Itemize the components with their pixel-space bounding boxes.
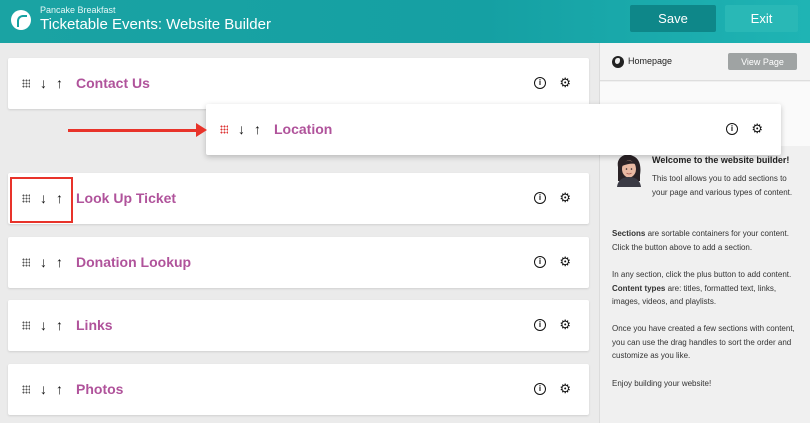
move-up-icon[interactable]: ↑ (56, 317, 63, 333)
sidebar-toolbar: Homepage View Page (600, 43, 810, 81)
section-title: Look Up Ticket (76, 190, 177, 206)
gear-icon[interactable]: ⚙ (559, 254, 571, 270)
drag-handle-icon[interactable] (22, 385, 30, 394)
app-header: Pancake Breakfast Ticketable Events: Web… (0, 0, 810, 43)
section-donation-lookup: ↓ ↑ Donation Lookup i ⚙ (8, 237, 589, 288)
content-help-body-1: In any section, click the plus button to… (612, 270, 792, 279)
annotation-arrow-line (68, 128, 198, 132)
section-location-dragging[interactable]: ↓ ↑ Location i ⚙ (206, 104, 781, 155)
section-title: Donation Lookup (76, 254, 192, 270)
view-page-button[interactable]: View Page (728, 53, 797, 70)
section-links: ↓ ↑ Links i ⚙ (8, 300, 589, 351)
exit-button[interactable]: Exit (725, 5, 798, 32)
move-up-icon[interactable]: ↑ (56, 381, 63, 397)
gear-icon[interactable]: ⚙ (559, 317, 571, 333)
move-down-icon[interactable]: ↓ (238, 121, 245, 137)
info-icon[interactable]: i (534, 192, 546, 204)
globe-icon (612, 56, 624, 68)
drag-handle-icon[interactable] (22, 79, 30, 88)
sections-strong: Sections (612, 229, 646, 238)
info-icon[interactable]: i (534, 383, 546, 395)
org-name: Pancake Breakfast (40, 5, 116, 15)
drag-handle-icon[interactable] (22, 258, 30, 267)
avatar (617, 154, 641, 187)
move-down-icon[interactable]: ↓ (40, 254, 47, 270)
help-sidebar: Homepage View Page Welcome to the websit… (599, 43, 810, 423)
app-logo-icon (11, 10, 31, 30)
info-icon[interactable]: i (534, 256, 546, 268)
move-down-icon[interactable]: ↓ (40, 381, 47, 397)
gear-icon[interactable]: ⚙ (559, 190, 571, 206)
gear-icon[interactable]: ⚙ (559, 381, 571, 397)
section-title: Photos (76, 381, 124, 397)
sections-help-text: Sections are sortable containers for you… (612, 227, 804, 254)
welcome-heading: Welcome to the website builder! (652, 155, 790, 165)
info-icon[interactable]: i (534, 319, 546, 331)
content-types-strong: Content types (612, 283, 666, 293)
move-up-icon[interactable]: ↑ (56, 254, 63, 270)
info-icon[interactable]: i (726, 123, 738, 135)
section-title: Location (274, 121, 333, 137)
move-down-icon[interactable]: ↓ (40, 75, 47, 91)
drag-handle-icon[interactable] (220, 125, 228, 134)
move-up-icon[interactable]: ↑ (254, 121, 261, 137)
section-photos: ↓ ↑ Photos i ⚙ (8, 364, 589, 415)
homepage-label[interactable]: Homepage (628, 56, 672, 66)
section-contact-us: ↓ ↑ Contact Us i ⚙ (8, 58, 589, 109)
page-title: Ticketable Events: Website Builder (40, 16, 271, 33)
enjoy-text: Enjoy building your website! (612, 379, 712, 388)
gear-icon[interactable]: ⚙ (751, 121, 763, 137)
move-down-icon[interactable]: ↓ (40, 317, 47, 333)
drag-handle-icon[interactable] (22, 321, 30, 330)
info-icon[interactable]: i (534, 77, 546, 89)
section-title: Contact Us (76, 75, 150, 91)
save-button[interactable]: Save (630, 5, 716, 32)
section-title: Links (76, 317, 113, 333)
gear-icon[interactable]: ⚙ (559, 75, 571, 91)
content-help-text: In any section, click the plus button to… (612, 268, 804, 309)
move-up-icon[interactable]: ↑ (56, 75, 63, 91)
intro-text: This tool allows you to add sections to … (652, 174, 793, 197)
annotation-highlight-box (10, 177, 73, 223)
annotation-arrow-head-icon (196, 123, 207, 137)
section-look-up-ticket: ↓ ↑ Look Up Ticket i ⚙ (8, 173, 589, 224)
drag-help-text: Once you have created a few sections wit… (612, 324, 795, 360)
